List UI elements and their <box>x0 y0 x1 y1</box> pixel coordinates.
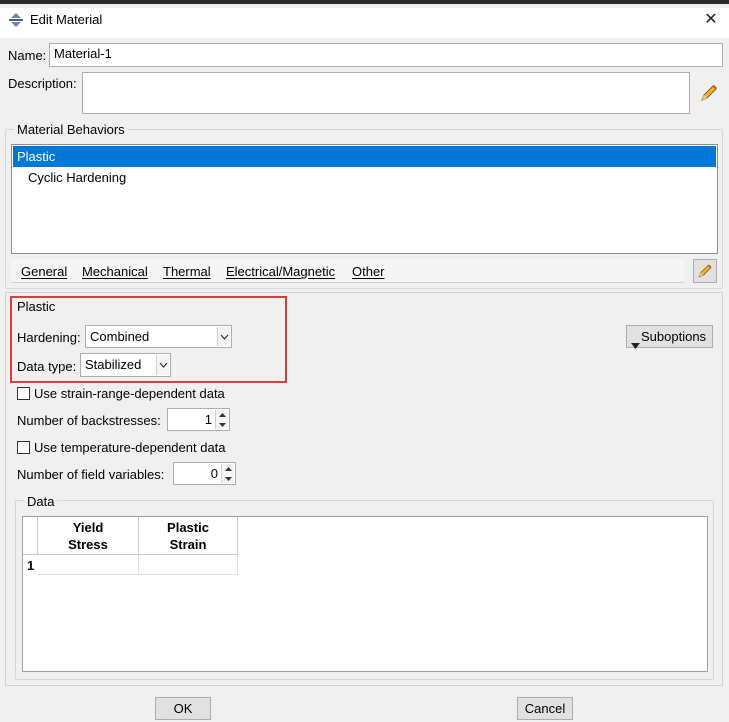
backstresses-spinbox[interactable]: 1 <box>167 408 230 431</box>
table-cell-plastic-strain[interactable] <box>139 555 238 575</box>
temperature-checkbox[interactable] <box>17 441 30 454</box>
menu-mechanical[interactable]: Mechanical <box>82 264 148 279</box>
table-corner <box>23 517 38 555</box>
highlight-annotation-box <box>10 296 287 383</box>
edit-description-pencil-icon[interactable] <box>698 82 720 104</box>
data-table[interactable]: Yield Stress Plastic Strain 1 <box>22 516 708 672</box>
spin-down-icon[interactable] <box>222 474 234 483</box>
column-header-plastic-strain[interactable]: Plastic Strain <box>139 517 238 555</box>
menu-other[interactable]: Other <box>352 264 385 279</box>
column-header-yield-stress[interactable]: Yield Stress <box>38 517 139 555</box>
field-vars-spinbox[interactable]: 0 <box>173 462 236 485</box>
behavior-item-plastic[interactable]: Plastic <box>13 146 716 167</box>
triangle-down-icon <box>631 334 640 355</box>
title-bar[interactable] <box>0 8 729 38</box>
field-vars-label: Number of field variables: <box>17 467 165 482</box>
ok-button[interactable]: OK <box>155 697 211 720</box>
edit-material-dialog: Edit Material ✕ Name: Material-1 Descrip… <box>0 0 729 722</box>
spin-up-icon[interactable] <box>216 410 228 419</box>
spin-down-icon[interactable] <box>216 420 228 429</box>
menu-thermal[interactable]: Thermal <box>163 264 211 279</box>
backstresses-label: Number of backstresses: <box>17 413 161 428</box>
suboptions-label: Suboptions <box>641 329 707 344</box>
edit-behavior-button[interactable] <box>693 259 717 283</box>
field-vars-value: 0 <box>210 466 218 481</box>
menu-electrical-magnetic[interactable]: Electrical/Magnetic <box>226 264 335 279</box>
strain-range-checkbox[interactable] <box>17 387 30 400</box>
menu-general[interactable]: General <box>21 264 67 279</box>
spin-up-icon[interactable] <box>222 464 234 473</box>
behavior-item-cyclic-hardening[interactable]: Cyclic Hardening <box>12 167 126 188</box>
temperature-label: Use temperature-dependent data <box>34 440 226 455</box>
name-label: Name: <box>8 48 47 63</box>
suboptions-button[interactable]: Suboptions <box>626 325 713 349</box>
description-input[interactable] <box>82 72 690 114</box>
cancel-button[interactable]: Cancel <box>517 697 573 720</box>
close-icon[interactable]: ✕ <box>701 10 721 30</box>
row-index: 1 <box>27 558 35 573</box>
behaviors-list[interactable]: Plastic Cyclic Hardening <box>11 144 718 254</box>
window-title: Edit Material <box>30 12 103 27</box>
name-input[interactable]: Material-1 <box>49 43 723 67</box>
strain-range-label: Use strain-range-dependent data <box>34 386 225 401</box>
description-label: Description: <box>8 76 77 91</box>
material-behaviors-title: Material Behaviors <box>14 122 128 137</box>
data-group-title: Data <box>24 494 58 509</box>
app-icon <box>8 12 24 28</box>
table-cell-yield-stress[interactable] <box>38 555 139 575</box>
backstresses-value: 1 <box>204 412 212 427</box>
pencil-icon <box>698 264 712 278</box>
